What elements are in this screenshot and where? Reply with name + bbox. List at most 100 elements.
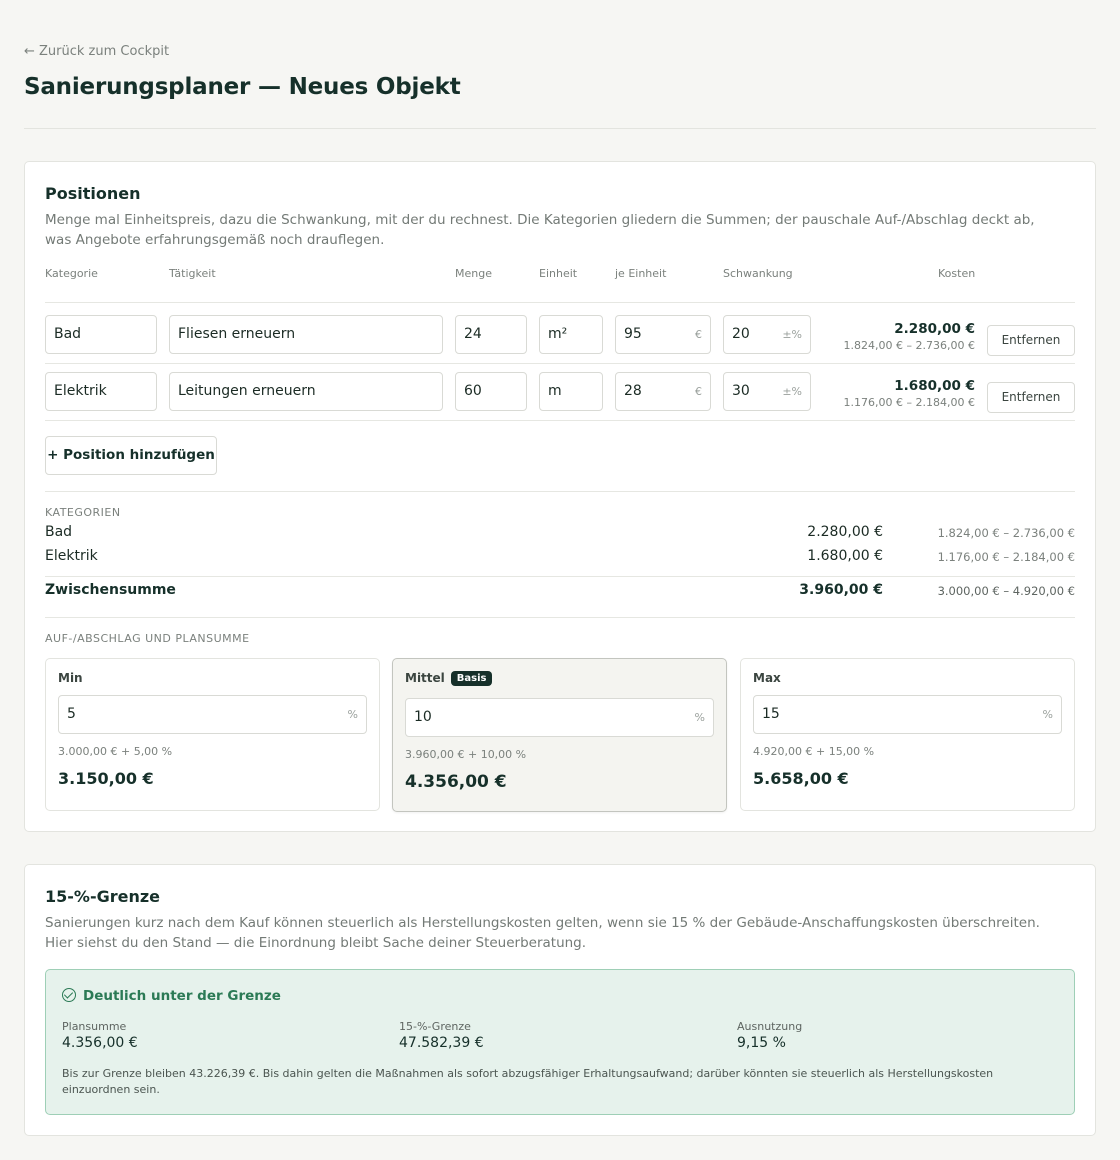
surcharge-mid-box: Mittel Basis 10% 3.960,00 € + 10,00 % 4.3… <box>392 658 727 812</box>
limit-description: Sanierungen kurz nach dem Kauf können st… <box>45 915 1040 951</box>
euro-suffix: € <box>695 328 702 341</box>
mid-calc: 3.960,00 € + 10,00 % <box>405 748 527 761</box>
category-row: Elektrik 1.680,00 € 1.176,00 € – 2.184,0… <box>45 548 1075 568</box>
col-category: Kategorie <box>45 267 98 280</box>
min-value: 5 <box>67 706 76 722</box>
subtotal-label: Zwischensumme <box>45 582 176 598</box>
back-link[interactable]: ← Zurück zum Cockpit <box>24 44 169 59</box>
kpi-value: 47.582,39 € <box>399 1035 484 1051</box>
subtotal-range: 3.000,00 € – 4.920,00 € <box>937 584 1075 598</box>
percent-suffix: % <box>1042 708 1053 721</box>
percent-suffix: ±% <box>782 385 802 398</box>
cost-value: 2.280,00 € <box>894 321 975 337</box>
euro-suffix: € <box>695 385 702 398</box>
unit-input[interactable]: m <box>539 372 603 411</box>
subtotal-amount: 3.960,00 € <box>799 582 883 598</box>
percent-suffix: % <box>347 708 358 721</box>
divider <box>45 491 1075 492</box>
mid-percent-input[interactable]: 10% <box>405 698 714 737</box>
row-cost: 2.280,00 € 1.824,00 € – 2.736,00 € <box>844 321 975 352</box>
surcharge-max-box: Max 15% 4.920,00 € + 15,00 % 5.658,00 € <box>740 658 1075 811</box>
divider <box>45 363 1075 364</box>
limit-note: Bis zur Grenze bleiben 43.226,39 €. Bis … <box>62 1067 994 1096</box>
max-percent-input[interactable]: 15% <box>753 695 1062 734</box>
category-input[interactable]: Bad <box>45 315 157 354</box>
kpi-label: Plansumme <box>62 1020 127 1033</box>
category-amount: 1.680,00 € <box>807 548 883 564</box>
variance-input[interactable]: 30 ±% <box>723 372 811 411</box>
categories-title: KATEGORIEN <box>45 506 121 519</box>
mid-value: 10 <box>414 709 432 725</box>
cost-range: 1.176,00 € – 2.184,00 € <box>843 396 975 409</box>
percent-suffix: ±% <box>782 328 802 341</box>
quantity-input[interactable]: 60 <box>455 372 527 411</box>
status-heading: Deutlich unter der Grenze <box>62 988 281 1004</box>
quantity-input[interactable]: 24 <box>455 315 527 354</box>
percent-suffix: % <box>694 711 705 724</box>
col-unit: Einheit <box>539 267 578 280</box>
subtotal-row: Zwischensumme 3.960,00 € 3.000,00 € – 4.… <box>45 582 1075 602</box>
unit-input[interactable]: m² <box>539 315 603 354</box>
divider <box>45 617 1075 618</box>
limit-card: 15-%-Grenze Sanierungen kurz nach dem Ka… <box>24 864 1096 1136</box>
divider <box>45 420 1075 421</box>
min-percent-input[interactable]: 5% <box>58 695 367 734</box>
price-value: 28 <box>624 383 642 399</box>
min-label: Min <box>58 671 83 685</box>
limit-title: 15-%-Grenze <box>45 887 161 906</box>
activity-input[interactable]: Leitungen erneuern <box>169 372 443 411</box>
divider <box>45 302 1075 303</box>
variance-input[interactable]: 20 ±% <box>723 315 811 354</box>
max-value: 15 <box>762 706 780 722</box>
status-title: Deutlich unter der Grenze <box>83 988 281 1004</box>
category-input[interactable]: Elektrik <box>45 372 157 411</box>
col-per-unit: je Einheit <box>615 267 667 280</box>
max-label: Max <box>753 671 781 685</box>
col-cost: Kosten <box>938 267 976 280</box>
min-calc: 3.000,00 € + 5,00 % <box>58 745 173 758</box>
category-range: 1.824,00 € – 2.736,00 € <box>937 526 1075 540</box>
cost-range: 1.824,00 € – 2.736,00 € <box>843 339 975 352</box>
kpi-value: 4.356,00 € <box>62 1035 138 1051</box>
kpi-value: 9,15 % <box>737 1035 786 1051</box>
positions-description: Menge mal Einheitspreis, dazu die Schwan… <box>45 212 1035 248</box>
variance-value: 30 <box>732 383 750 399</box>
remove-button[interactable]: Entfernen <box>987 325 1075 356</box>
kpi-grenze: 15-%-Grenze 47.582,39 € <box>399 1020 484 1051</box>
activity-input[interactable]: Fliesen erneuern <box>169 315 443 354</box>
max-calc: 4.920,00 € + 15,00 % <box>753 745 875 758</box>
check-circle-icon <box>62 988 76 1002</box>
divider <box>24 128 1096 129</box>
kpi-label: Ausnutzung <box>737 1020 803 1033</box>
price-input[interactable]: 95 € <box>615 315 711 354</box>
kpi-plansumme: Plansumme 4.356,00 € <box>62 1020 138 1051</box>
category-amount: 2.280,00 € <box>807 524 883 540</box>
min-total: 3.150,00 € <box>58 769 154 788</box>
mid-label: Mittel <box>405 671 445 685</box>
variance-value: 20 <box>732 326 750 342</box>
category-name: Elektrik <box>45 548 98 564</box>
col-activity: Tätigkeit <box>169 267 216 280</box>
col-quantity: Menge <box>455 267 492 280</box>
category-row: Bad 2.280,00 € 1.824,00 € – 2.736,00 € <box>45 524 1075 544</box>
divider <box>45 576 1075 577</box>
col-variance: Schwankung <box>723 267 793 280</box>
mid-label-wrap: Mittel Basis <box>405 671 493 686</box>
limit-status-box: Deutlich unter der Grenze Plansumme 4.35… <box>45 969 1075 1115</box>
price-value: 95 <box>624 326 642 342</box>
basis-badge: Basis <box>450 671 493 686</box>
surcharge-min-box: Min 5% 3.000,00 € + 5,00 % 3.150,00 € <box>45 658 380 811</box>
positions-card: Positionen Menge mal Einheitspreis, dazu… <box>24 161 1096 832</box>
kpi-label: 15-%-Grenze <box>399 1020 471 1033</box>
cost-value: 1.680,00 € <box>894 378 975 394</box>
positions-title: Positionen <box>45 184 141 203</box>
remove-button[interactable]: Entfernen <box>987 382 1075 413</box>
surcharge-title: AUF-/ABSCHLAG UND PLANSUMME <box>45 632 250 645</box>
max-total: 5.658,00 € <box>753 769 849 788</box>
category-name: Bad <box>45 524 73 540</box>
price-input[interactable]: 28 € <box>615 372 711 411</box>
category-range: 1.176,00 € – 2.184,00 € <box>937 550 1075 564</box>
add-position-button[interactable]: + Position hinzufügen <box>45 436 217 475</box>
kpi-ausnutzung: Ausnutzung 9,15 % <box>737 1020 802 1051</box>
mid-total: 4.356,00 € <box>405 772 507 792</box>
